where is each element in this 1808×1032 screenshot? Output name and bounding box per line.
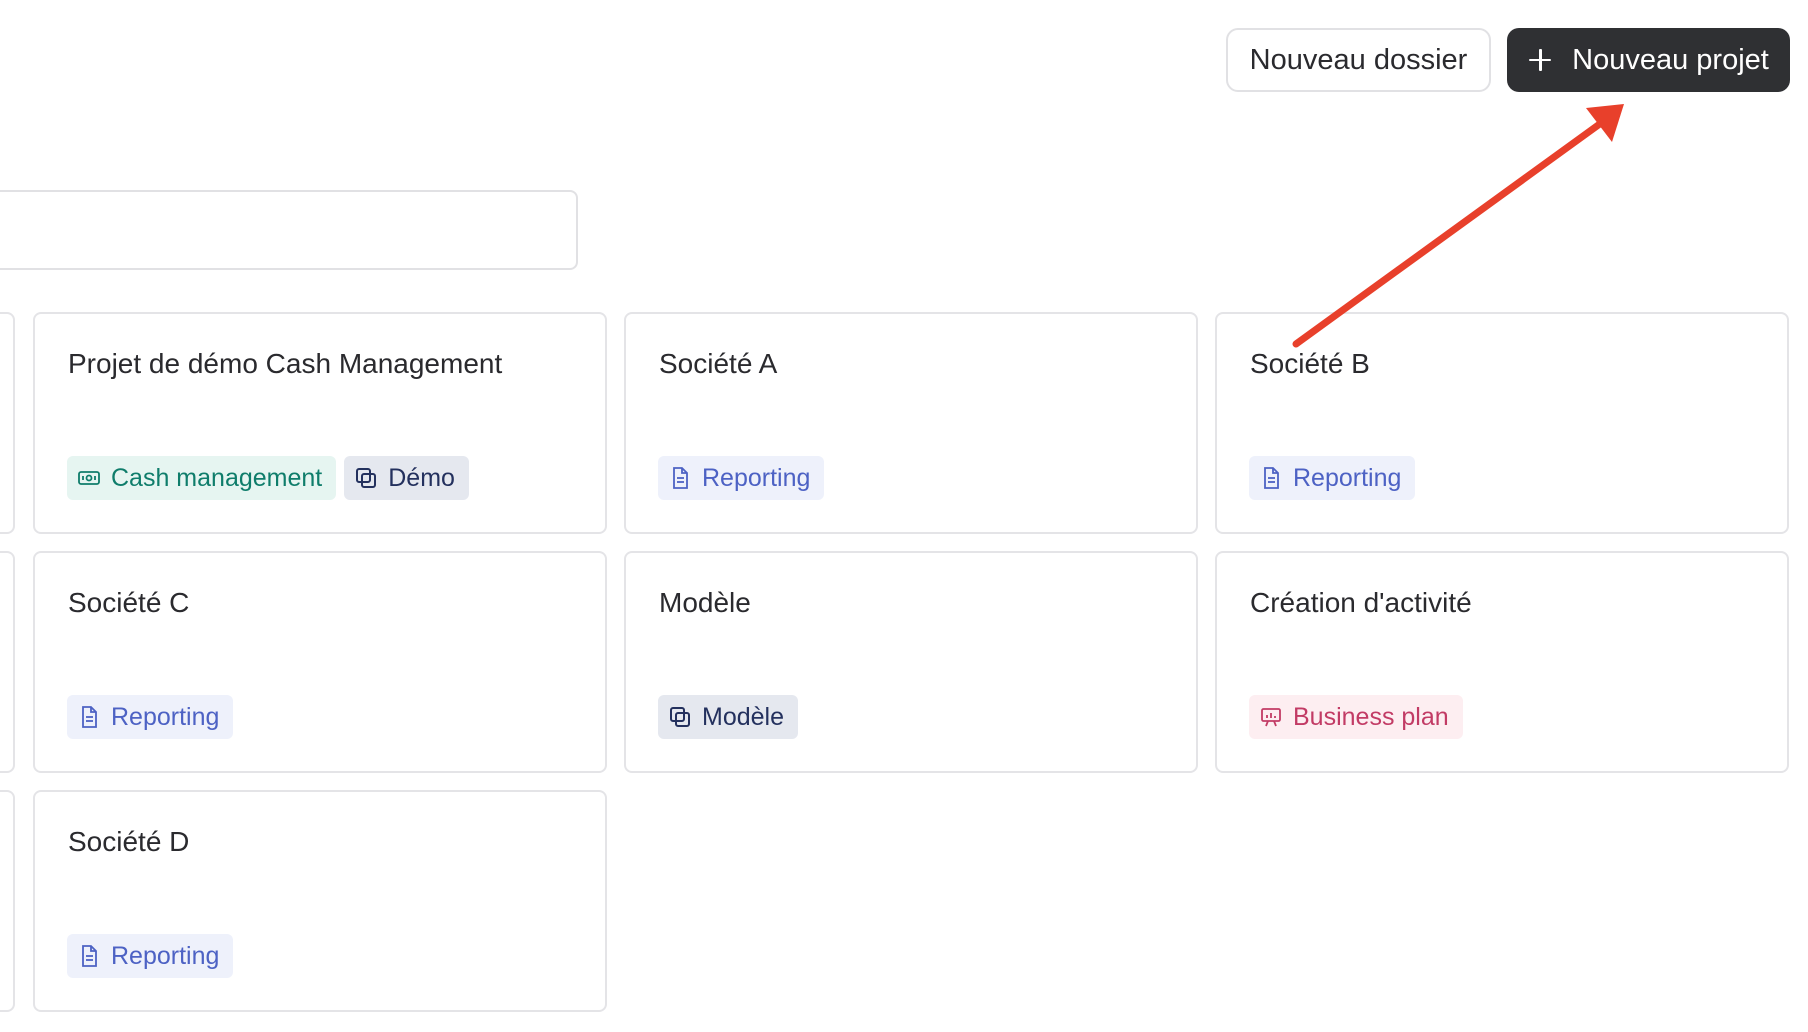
project-card[interactable]: Modèle Modèle	[624, 551, 1198, 773]
clipped-card[interactable]	[0, 790, 15, 1012]
document-icon	[82, 945, 97, 967]
project-title: Création d'activité	[1250, 587, 1472, 618]
tag-reporting: Reporting	[67, 695, 234, 739]
presentation-icon	[1261, 708, 1281, 727]
clipped-card[interactable]	[0, 312, 15, 534]
tag-cash-management: Cash management	[67, 456, 337, 500]
tag-reporting: Reporting	[67, 934, 234, 978]
project-title: Société B	[1250, 348, 1370, 379]
project-title: Société A	[659, 348, 778, 379]
copy-icon	[356, 468, 377, 488]
project-card[interactable]: Société D Reporting	[33, 790, 607, 1012]
search-input[interactable]	[0, 190, 578, 270]
project-card[interactable]: Projet de démo Cash Management Cash mana…	[33, 312, 607, 534]
document-icon	[1264, 467, 1279, 489]
clipped-card[interactable]	[0, 551, 15, 773]
tag-reporting: Reporting	[658, 456, 825, 500]
project-card[interactable]: Société C Reporting	[33, 551, 607, 773]
project-card[interactable]: Société A Reporting	[624, 312, 1198, 534]
new-project-button[interactable]: Nouveau projet	[1507, 28, 1790, 92]
projects-page: Nouveau dossier Nouveau projet Projet de…	[0, 0, 1808, 1032]
document-icon	[82, 706, 97, 728]
document-icon	[673, 467, 688, 489]
tag-model: Modèle	[658, 695, 798, 739]
project-card[interactable]: Création d'activité Business plan	[1215, 551, 1789, 773]
tag-business-plan: Business plan	[1249, 695, 1463, 739]
project-title: Modèle	[659, 587, 751, 618]
new-project-label: Nouveau projet	[1572, 43, 1769, 76]
plus-icon	[1528, 48, 1552, 72]
tag-reporting: Reporting	[1249, 456, 1416, 500]
new-folder-button[interactable]: Nouveau dossier	[1226, 28, 1491, 92]
project-title: Société D	[68, 826, 190, 857]
banknote-icon	[78, 471, 100, 485]
project-title: Société C	[68, 587, 190, 618]
copy-icon	[670, 707, 690, 727]
project-title: Projet de démo Cash Management	[68, 348, 503, 379]
project-card[interactable]: Société B Reporting	[1215, 312, 1789, 534]
tag-demo: Démo	[344, 456, 469, 500]
